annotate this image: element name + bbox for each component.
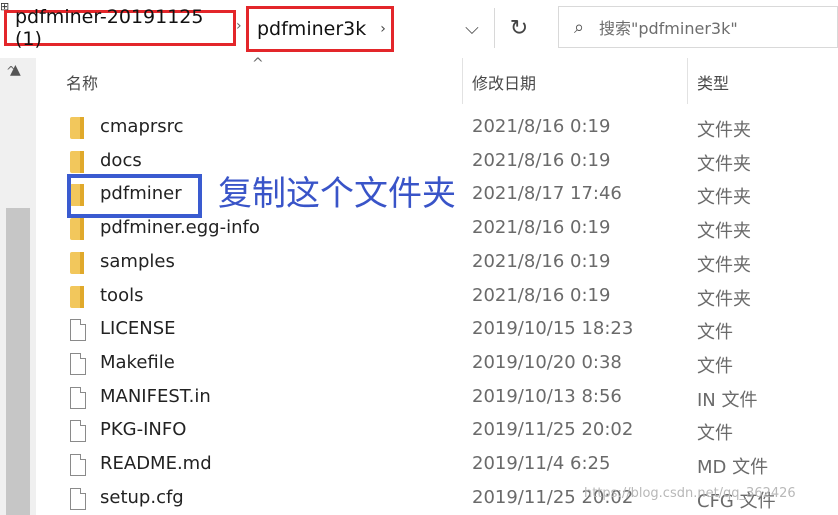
history-dropdown-button[interactable]: ⌵ [456, 8, 488, 48]
file-name: MANIFEST.in [100, 385, 211, 407]
modified-date: 2021/8/16 0:19 [472, 217, 611, 239]
column-header-name[interactable]: 名称 [66, 70, 98, 94]
file-name: samples [100, 250, 175, 272]
folder-icon [70, 251, 84, 274]
table-row[interactable]: PKG-INFO 2019/11/25 20:02 文件 [36, 414, 838, 447]
file-name: LICENSE [100, 318, 176, 340]
breadcrumb-separator-icon[interactable]: › [236, 18, 242, 34]
breadcrumb-parent-label: pdfminer-20191125 (1) [15, 6, 204, 50]
divider [494, 8, 495, 48]
file-type: 文件夹 [697, 120, 751, 141]
file-type: 文件夹 [697, 254, 751, 276]
file-name: PKG-INFO [100, 419, 187, 441]
file-type: 文件夹 [697, 221, 751, 243]
file-type: IN 文件 [697, 389, 758, 411]
search-placeholder: 搜索"pdfminer3k" [599, 19, 738, 38]
scrollbar-thumb[interactable] [6, 208, 30, 515]
column-header-date[interactable]: 修改日期 [472, 70, 536, 94]
file-icon [70, 420, 86, 443]
modified-date: 2019/11/4 6:25 [472, 453, 611, 474]
file-icon [70, 352, 86, 375]
table-row[interactable]: tools 2021/8/16 0:19 文件夹 [36, 280, 838, 313]
modified-date: 2021/8/16 0:19 [472, 149, 611, 171]
refresh-icon: ↻ [509, 15, 529, 41]
file-type: 文件夹 [697, 187, 751, 209]
file-name: docs [100, 149, 142, 171]
file-type: 文件 [697, 322, 733, 344]
folder-icon [70, 150, 84, 173]
table-row[interactable]: MANIFEST.in 2019/10/13 8:56 IN 文件 [36, 381, 838, 414]
file-name: tools [100, 284, 144, 306]
file-name: setup.cfg [100, 486, 184, 508]
refresh-button[interactable]: ↻ [500, 8, 538, 48]
file-icon [70, 487, 86, 510]
column-divider[interactable] [462, 58, 463, 104]
modified-date: 2019/10/20 0:38 [472, 351, 622, 373]
modified-date: 2021/8/16 0:19 [472, 284, 611, 306]
modified-date: 2021/8/16 0:19 [472, 116, 611, 137]
column-header-type[interactable]: 类型 [697, 70, 729, 94]
file-type: 文件夹 [697, 153, 751, 175]
nav-pane-scrollbar[interactable]: ▲ [0, 58, 36, 515]
modified-date: 2021/8/16 0:19 [472, 250, 611, 272]
column-header: 名称 修改日期 类型 [36, 58, 838, 104]
breadcrumb-current[interactable]: pdfminer3k › [246, 6, 394, 52]
modified-date: 2019/10/13 8:56 [472, 385, 622, 407]
table-row[interactable]: Makefile 2019/10/20 0:38 文件 [36, 347, 838, 380]
folder-icon [70, 285, 84, 308]
file-name: cmaprsrc [100, 116, 184, 137]
file-type: MD 文件 [697, 457, 769, 478]
folder-icon [70, 218, 84, 241]
search-input[interactable]: ⌕ 搜索"pdfminer3k" [558, 6, 838, 48]
table-row[interactable]: cmaprsrc 2021/8/16 0:19 文件夹 [36, 111, 838, 144]
modified-date: 2019/11/25 20:02 [472, 419, 634, 441]
caret-up-icon[interactable]: ^ [6, 64, 16, 78]
search-icon: ⌕ [573, 16, 585, 38]
file-type: 文件夹 [697, 288, 751, 310]
modified-date: 2021/8/17 17:46 [472, 183, 622, 205]
folder-icon [70, 117, 84, 139]
table-row[interactable]: LICENSE 2019/10/15 18:23 文件 [36, 313, 838, 346]
chevron-down-icon: ⌵ [465, 17, 479, 39]
sort-ascending-icon: ^ [252, 56, 264, 72]
table-row[interactable]: samples 2021/8/16 0:19 文件夹 [36, 246, 838, 279]
file-icon [70, 319, 86, 342]
column-divider[interactable] [687, 58, 688, 104]
address-bar: ⊞ pdfminer-20191125 (1) › pdfminer3k › ⌵… [0, 0, 838, 58]
file-type: 文件 [697, 423, 733, 445]
file-name: README.md [100, 453, 212, 474]
file-type: 文件 [697, 355, 733, 377]
breadcrumb-current-label: pdfminer3k [257, 18, 367, 40]
watermark: https://blog.csdn.net/qq_362426 [584, 486, 796, 501]
file-name: pdfminer.egg-info [100, 217, 260, 239]
annotation-label: 复制这个文件夹 [218, 174, 456, 214]
breadcrumb-parent[interactable]: pdfminer-20191125 (1) [4, 6, 236, 50]
highlight-box [67, 174, 202, 218]
chevron-right-icon[interactable]: › [380, 21, 386, 37]
file-icon [70, 454, 86, 476]
modified-date: 2019/10/15 18:23 [472, 318, 634, 340]
table-row[interactable]: README.md 2019/11/4 6:25 MD 文件 [36, 448, 838, 481]
file-icon [70, 386, 86, 409]
file-name: Makefile [100, 351, 175, 373]
